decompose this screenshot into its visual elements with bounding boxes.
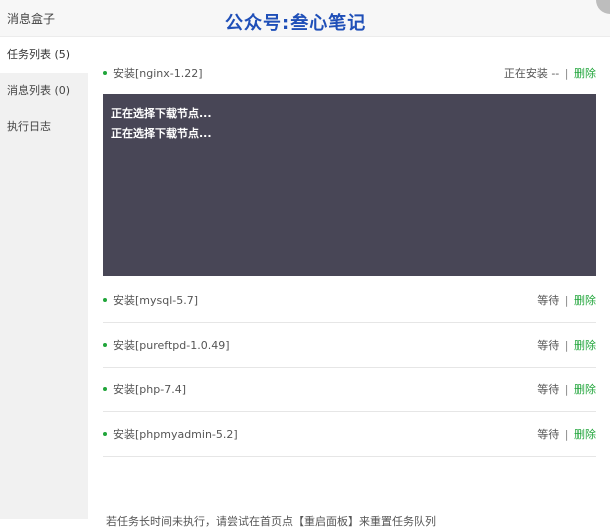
sidebar-item-task-list[interactable]: 任务列表 (5) [0, 37, 88, 73]
separator: | [564, 339, 569, 352]
panel-title: 消息盒子 [7, 12, 56, 26]
task-row-mysql: 安装[mysql-5.7] 等待 | 删除 [103, 278, 596, 323]
watermark-text: 公众号:叁心笔记 [225, 13, 367, 34]
delete-button[interactable]: 删除 [574, 339, 596, 352]
console-line: 正在选择下载节点... [111, 107, 212, 120]
sidebar: 任务列表 (5) 消息列表 (0) 执行日志 [0, 37, 88, 519]
delete-button[interactable]: 删除 [574, 428, 596, 441]
task-status: 等待 [537, 383, 560, 396]
sidebar-item-execution-log[interactable]: 执行日志 [0, 109, 88, 145]
delete-button[interactable]: 删除 [574, 383, 596, 396]
task-name: 安装[pureftpd-1.0.49] [113, 339, 230, 352]
task-status: 等待 [537, 428, 560, 441]
task-row-nginx: 安装[nginx-1.22] 正在安装 -- | 删除 [103, 51, 596, 95]
task-row-phpmyadmin: 安装[phpmyadmin-5.2] 等待 | 删除 [103, 412, 596, 457]
separator: | [564, 428, 569, 441]
task-status: 正在安装 -- [503, 67, 560, 80]
task-row-pureftpd: 安装[pureftpd-1.0.49] 等待 | 删除 [103, 323, 596, 368]
delete-button[interactable]: 删除 [574, 294, 596, 307]
task-content: 安装[nginx-1.22] 正在安装 -- | 删除 正在选择下载节点... … [88, 37, 610, 528]
status-dot-icon [103, 343, 107, 347]
status-dot-icon [103, 387, 107, 391]
task-name: 安装[mysql-5.7] [113, 294, 199, 307]
task-name: 安装[php-7.4] [113, 383, 186, 396]
close-icon[interactable] [596, 0, 610, 14]
separator: | [564, 383, 569, 396]
separator: | [564, 67, 569, 80]
task-status: 等待 [537, 294, 560, 307]
task-status: 等待 [537, 339, 560, 352]
task-name: 安装[phpmyadmin-5.2] [113, 428, 238, 441]
task-queue-tip: 若任务长时间未执行，请尝试在首页点【重启面板】来重置任务队列 [106, 515, 436, 528]
delete-button[interactable]: 删除 [574, 67, 596, 80]
separator: | [564, 294, 569, 307]
console-line: 正在选择下载节点... [111, 127, 212, 140]
task-name: 安装[nginx-1.22] [113, 67, 203, 80]
task-row-php: 安装[php-7.4] 等待 | 删除 [103, 367, 596, 412]
status-dot-icon [103, 432, 107, 436]
header: 消息盒子 公众号:叁心笔记 [0, 0, 610, 37]
status-dot-icon [103, 71, 107, 75]
sidebar-item-message-list[interactable]: 消息列表 (0) [0, 73, 88, 109]
status-dot-icon [103, 298, 107, 302]
install-log-console: 正在选择下载节点... 正在选择下载节点... [103, 94, 596, 276]
